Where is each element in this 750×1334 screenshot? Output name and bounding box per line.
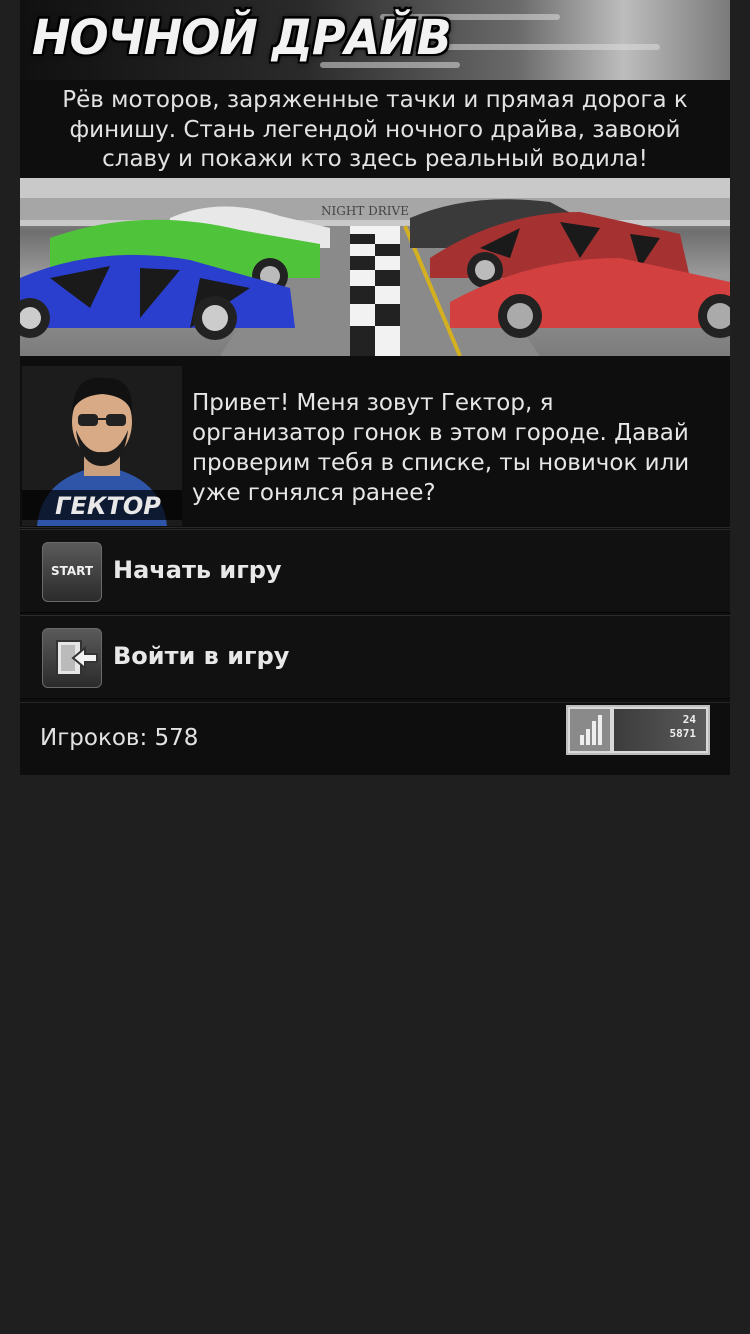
counter-total: 5871 [669,727,697,740]
counter-values: 24 5871 [614,709,706,751]
start-icon-text: START [50,564,94,578]
start-game-button[interactable]: START Начать игру [20,529,730,613]
night-drive-sign: NIGHT DRIVE [321,204,409,218]
host-card: ГЕКТОР Привет! Меня зовут Гектор, я орга… [20,364,730,528]
logo-title: НОЧНОЙ ДРАЙВ [32,8,452,66]
race-banner-image: NIGHT DRIVE [20,178,730,356]
host-greeting: Привет! Меня зовут Гектор, я организатор… [192,390,690,506]
intro-text: Рёв моторов, заряженные тачки и прямая д… [62,87,688,172]
stats-footer: Игроков: 578 24 5871 [20,702,730,775]
host-name: ГЕКТОР [55,492,161,520]
login-game-button[interactable]: Войти в игру [20,615,730,699]
login-icon [42,628,102,688]
start-icon: START [42,542,102,602]
host-avatar: ГЕКТОР [22,366,182,526]
start-game-label: Начать игру [113,556,282,584]
counter-today: 24 [682,713,696,726]
bar-chart-icon [570,709,610,751]
page-container: НОЧНОЙ ДРАЙВ Рёв моторов, заряженные тач… [20,0,730,775]
players-count: Игроков: 578 [40,725,199,751]
logo-banner[interactable]: НОЧНОЙ ДРАЙВ [20,0,730,80]
login-game-label: Войти в игру [113,642,290,670]
visit-counter-badge[interactable]: 24 5871 [566,705,710,755]
